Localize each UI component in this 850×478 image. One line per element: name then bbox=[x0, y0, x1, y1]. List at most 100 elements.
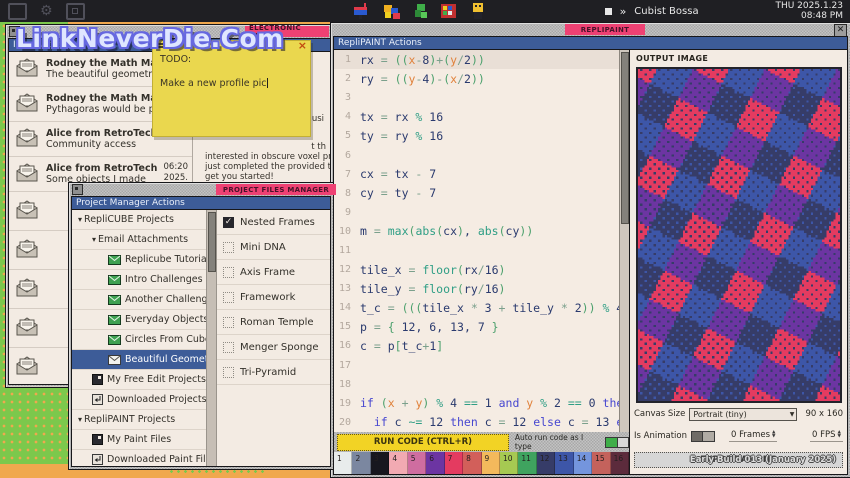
monitor-icon[interactable] bbox=[8, 3, 27, 20]
sticky-note[interactable]: × TODO: Make a new profile pic bbox=[152, 40, 311, 137]
tree-item-email-attachments[interactable]: ▾Email Attachments bbox=[72, 230, 206, 250]
output-image-canvas bbox=[638, 69, 840, 403]
green-cube-icon[interactable] bbox=[413, 2, 429, 20]
palette-swatch-13[interactable]: 13 bbox=[555, 452, 573, 474]
code-line[interactable]: 18 bbox=[334, 375, 629, 394]
checkbox-unchecked[interactable] bbox=[223, 342, 234, 353]
fps-stepper[interactable]: 0 FPS ▲▼ bbox=[810, 430, 843, 442]
code-line[interactable]: 3 bbox=[334, 88, 629, 107]
tree-item-replicube-projects[interactable]: ▾RepliCUBE Projects bbox=[72, 210, 206, 230]
tree-item-circles-from-cubes[interactable]: Circles From Cubes bbox=[72, 330, 206, 350]
run-code-button[interactable]: RUN CODE (CTRL+R) bbox=[337, 434, 509, 451]
note-close-icon[interactable]: × bbox=[298, 40, 307, 52]
note-text[interactable]: TODO: Make a new profile pic bbox=[152, 40, 311, 90]
pm-titlebar[interactable]: PROJECT FILES MANAGER bbox=[69, 183, 333, 196]
palette-swatch-15[interactable]: 15 bbox=[592, 452, 610, 474]
file-item-nested-frames[interactable]: ✓ Nested Frames bbox=[217, 210, 330, 235]
palette-swatch-6[interactable]: 6 bbox=[426, 452, 444, 474]
rp-content: RepliPAINT Actions 1rx = ((x-8)+(y/2))2r… bbox=[333, 36, 848, 475]
tree-item-replicube-tutorial-projects[interactable]: Replicube Tutorial Projects bbox=[72, 250, 206, 270]
canvas-size-dropdown[interactable]: Portrait (tiny) ▼ bbox=[689, 408, 797, 421]
tree-item-intro-challenges[interactable]: Intro Challenges bbox=[72, 270, 206, 290]
palette-swatch-5[interactable]: 5 bbox=[408, 452, 426, 474]
file-item-roman-temple[interactable]: Roman Temple bbox=[217, 310, 330, 335]
palette-swatch-10[interactable]: 10 bbox=[500, 452, 518, 474]
code-line[interactable]: 5ty = ry % 16 bbox=[334, 126, 629, 145]
code-line[interactable]: 2ry = ((y-4)-(x/2)) bbox=[334, 69, 629, 88]
tree-item-everyday-objects[interactable]: Everyday Objects bbox=[72, 310, 206, 330]
player-next-icon[interactable]: » bbox=[620, 5, 627, 18]
code-line[interactable]: 6 bbox=[334, 145, 629, 164]
code-line[interactable]: 4tx = rx % 16 bbox=[334, 107, 629, 126]
is-animation-toggle[interactable] bbox=[691, 431, 715, 442]
code-line[interactable]: 15p = { 12, 6, 13, 7 } bbox=[334, 317, 629, 336]
code-line[interactable]: 7cx = tx - 7 bbox=[334, 165, 629, 184]
stepper-arrows-icon[interactable]: ▲▼ bbox=[838, 431, 841, 440]
palette-swatch-7[interactable]: 7 bbox=[445, 452, 463, 474]
tree-item-downloaded-projects[interactable]: Downloaded Projects bbox=[72, 390, 206, 410]
box-icon[interactable] bbox=[66, 3, 85, 20]
code-line[interactable]: 16c = p[t_c+1] bbox=[334, 336, 629, 355]
palette-swatch-4[interactable]: 4 bbox=[389, 452, 407, 474]
avatar-icon[interactable] bbox=[469, 2, 487, 20]
checkbox-unchecked[interactable] bbox=[223, 267, 234, 278]
palette-swatch-8[interactable]: 8 bbox=[463, 452, 481, 474]
code-line[interactable]: 20 if c ~= 12 then c = 12 else c = 13 en… bbox=[334, 413, 629, 432]
file-item-mini-dna[interactable]: Mini DNA bbox=[217, 235, 330, 260]
code-line[interactable]: 8cy = ty - 7 bbox=[334, 184, 629, 203]
tree-item-my-free-edit-projects[interactable]: My Free Edit Projects bbox=[72, 370, 206, 390]
code-line[interactable]: 10m = max(abs(cx), abs(cy)) bbox=[334, 222, 629, 241]
file-item-tri-pyramid[interactable]: Tri-Pyramid bbox=[217, 360, 330, 385]
checkbox-checked[interactable]: ✓ bbox=[223, 217, 234, 228]
mailbox-icon[interactable] bbox=[351, 2, 371, 20]
palette-swatch-2[interactable]: 2 bbox=[352, 452, 370, 474]
pm-scrollbar-thumb[interactable] bbox=[208, 212, 216, 272]
code-editor[interactable]: 1rx = ((x-8)+(y/2))2ry = ((y-4)-(x/2))34… bbox=[334, 50, 629, 432]
checkbox-unchecked[interactable] bbox=[223, 292, 234, 303]
code-line[interactable]: 17 bbox=[334, 356, 629, 375]
player-stop-icon[interactable] bbox=[605, 8, 612, 15]
inbox-titlebar[interactable]: ELECTRONIC INBOX bbox=[6, 25, 333, 38]
line-number: 14 bbox=[334, 302, 351, 313]
frames-stepper[interactable]: 0 Frames ▲▼ bbox=[729, 430, 778, 442]
autorun-toggle[interactable] bbox=[605, 437, 629, 448]
palette-swatch-9[interactable]: 9 bbox=[482, 452, 500, 474]
tree-item-replipaint-projects[interactable]: ▾RepliPAINT Projects bbox=[72, 410, 206, 430]
palette-swatch-1[interactable]: 1 bbox=[334, 452, 352, 474]
code-line[interactable]: 1rx = ((x-8)+(y/2)) bbox=[334, 50, 629, 69]
stepper-arrows-icon[interactable]: ▲▼ bbox=[772, 431, 775, 440]
rp-titlebar[interactable]: REPLIPAINT ✕ bbox=[331, 23, 850, 36]
code-line[interactable]: 14t_c = (((tile_x * 3 + tile_y * 2)) % 4… bbox=[334, 298, 629, 317]
file-item-menger-sponge[interactable]: Menger Sponge bbox=[217, 335, 330, 360]
code-line[interactable]: 12tile_x = floor(rx/16) bbox=[334, 260, 629, 279]
color-palette: 12345678910111213141516 bbox=[334, 452, 629, 474]
note-drag-handle-icon[interactable] bbox=[157, 43, 166, 45]
code-line[interactable]: 11 bbox=[334, 241, 629, 260]
tree-item-downloaded-paint-files[interactable]: Downloaded Paint Files bbox=[72, 450, 206, 466]
palette-swatch-14[interactable]: 14 bbox=[574, 452, 592, 474]
blocks-grid-icon[interactable] bbox=[440, 2, 458, 20]
checkbox-unchecked[interactable] bbox=[223, 367, 234, 378]
palette-swatch-11[interactable]: 11 bbox=[518, 452, 536, 474]
tree-item-my-paint-files[interactable]: My Paint Files bbox=[72, 430, 206, 450]
code-line[interactable]: 13tile_y = floor(ry/16) bbox=[334, 279, 629, 298]
code-line[interactable]: 9 bbox=[334, 203, 629, 222]
palette-swatch-16[interactable]: 16 bbox=[611, 452, 629, 474]
palette-swatch-3[interactable]: 3 bbox=[371, 452, 389, 474]
checkbox-unchecked[interactable] bbox=[223, 317, 234, 328]
code-line[interactable]: 19if (x + y) % 4 == 1 and y % 2 == 0 the… bbox=[334, 394, 629, 413]
tree-item-another-challenge-set[interactable]: Another Challenge Set bbox=[72, 290, 206, 310]
file-item-framework[interactable]: Framework bbox=[217, 285, 330, 310]
code-scrollbar-thumb[interactable] bbox=[621, 52, 629, 224]
file-item-axis-frame[interactable]: Axis Frame bbox=[217, 260, 330, 285]
rp-actions-header[interactable]: RepliPAINT Actions bbox=[334, 37, 847, 50]
palette-swatch-12[interactable]: 12 bbox=[537, 452, 555, 474]
tree-item-beautiful-geometry[interactable]: Beautiful Geometry bbox=[72, 350, 206, 370]
pm-actions-header[interactable]: Project Manager Actions bbox=[72, 197, 330, 210]
gear-icon[interactable]: ⚙ bbox=[40, 4, 53, 18]
checkbox-unchecked[interactable] bbox=[223, 242, 234, 253]
pm-scrollbar[interactable] bbox=[207, 210, 217, 466]
cube-stack-icon[interactable] bbox=[382, 2, 402, 20]
code-scrollbar[interactable] bbox=[619, 50, 629, 432]
export-png-button[interactable]: EXPORT AS PNG Early Build 013 (January 2… bbox=[634, 452, 843, 468]
